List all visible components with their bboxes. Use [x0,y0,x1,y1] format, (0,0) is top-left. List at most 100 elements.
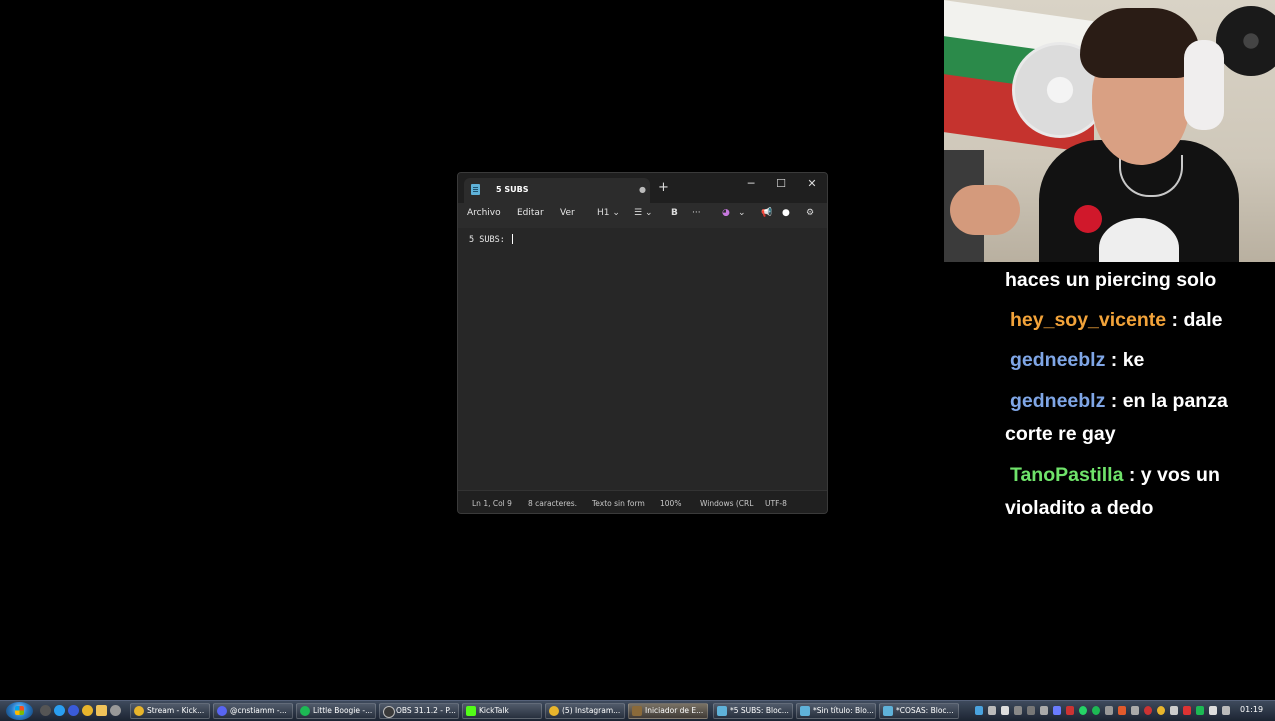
taskbar-item[interactable]: (5) Instagram... [545,703,625,719]
tray-icon[interactable] [1157,706,1165,715]
chevron-down-icon[interactable]: ⌄ [738,208,746,218]
notepad-tab[interactable]: 5 SUBS ● [464,178,650,203]
maximize-button[interactable]: ☐ [773,177,789,190]
chat-message: corte re gay [1005,423,1116,445]
chat-username: TanoPastilla [1010,464,1124,486]
chat-line: haces un piercing solo [1005,263,1216,297]
bold-button[interactable]: B [671,208,678,218]
tray-icon[interactable] [1144,706,1152,715]
folder-icon[interactable] [96,705,107,716]
tray-icon[interactable] [1183,706,1191,715]
start-button[interactable] [6,702,33,720]
notepad-statusbar: Ln 1, Col 9 8 caracteres. Texto sin form… [458,490,827,513]
taskbar-item[interactable]: OBS 31.1.2 - P... [379,703,459,719]
system-tray [975,706,1230,716]
person-hair [1080,8,1200,78]
chat-message: haces un piercing solo [1005,269,1217,291]
tray-icon[interactable] [1053,706,1061,715]
app-launcher-icon [632,706,642,716]
spotify-icon[interactable] [1092,706,1100,715]
taskbar-item-label: Iniciador de E... [645,706,704,715]
taskbar-clock[interactable]: 01:19 [1240,705,1263,714]
volume-icon[interactable] [1209,706,1217,715]
notepad-tab-title: 5 SUBS [496,185,529,194]
menu-ver[interactable]: Ver [560,208,575,218]
tray-icon[interactable] [975,706,983,715]
list-dropdown[interactable]: ☰ ⌄ [634,208,653,218]
heading-label: H1 [597,208,610,218]
tray-icon[interactable] [1105,706,1113,715]
taskbar-item-label: OBS 31.1.2 - P... [396,706,456,715]
status-encoding[interactable]: UTF-8 [765,499,787,508]
chat-message: : ke [1105,349,1145,371]
chat-message: : y vos un [1123,464,1220,486]
chevron-down-icon: ⌄ [644,208,653,218]
show-desktop-icon[interactable] [40,705,51,716]
shirt-heart-print [1074,205,1102,233]
network-icon[interactable] [1222,706,1230,715]
status-position: Ln 1, Col 9 [472,499,512,508]
chat-line: gedneeblz : ke [1010,343,1144,377]
new-tab-button[interactable]: + [658,181,669,194]
app-icon[interactable] [68,705,79,716]
menu-archivo[interactable]: Archivo [467,208,501,218]
chat-message: violadito a dedo [1005,497,1154,519]
wall-fan [1216,6,1275,76]
taskbar-item[interactable]: Iniciador de E... [628,703,708,719]
unsaved-dot-icon[interactable]: ● [639,185,646,194]
copilot-icon[interactable]: ◕ [722,208,730,218]
close-button[interactable]: ✕ [804,177,820,190]
menu-editar[interactable]: Editar [517,208,544,218]
tray-icon[interactable] [988,706,996,715]
tray-icon[interactable] [1014,706,1022,715]
microphone-icon[interactable] [1170,706,1178,715]
notepad-titlebar: 5 SUBS ● + ─ ☐ ✕ [458,173,827,203]
taskbar-item[interactable]: *5 SUBS: Bloc... [713,703,793,719]
kicktalk-icon [466,706,476,716]
notepad-editor[interactable]: 5 SUBS: [458,228,827,490]
taskbar-item-label: *Sin título: Blo... [813,706,874,715]
chrome-icon[interactable] [82,705,93,716]
taskbar: Stream - Kick... @cnstiamm -... Little B… [0,700,1275,721]
heading-dropdown[interactable]: H1 ⌄ [597,208,620,218]
taskbar-item[interactable]: KickTalk [462,703,542,719]
account-icon[interactable]: ● [782,208,790,218]
tray-icon[interactable] [1040,706,1048,715]
announcement-icon[interactable]: 📢 [761,208,772,218]
settings-gear-icon[interactable]: ⚙ [806,208,814,218]
app-icon[interactable] [110,705,121,716]
tray-icon[interactable] [1027,706,1035,715]
minimize-button[interactable]: ─ [743,177,759,190]
chat-line: gedneeblz : en la panza [1010,384,1228,418]
notepad-icon [800,706,810,716]
tray-icon[interactable] [1118,706,1126,715]
person-hand [950,185,1020,235]
tray-icon[interactable] [1066,706,1074,715]
taskbar-item[interactable]: @cnstiamm -... [213,703,293,719]
taskbar-item[interactable]: Little Boogie -... [296,703,376,719]
tray-icon[interactable] [1131,706,1139,715]
status-line-ending[interactable]: Windows (CRL [700,499,753,508]
chat-message: : dale [1166,309,1223,331]
taskbar-item-label: @cnstiamm -... [230,706,287,715]
whatsapp-icon[interactable] [1079,706,1087,715]
chat-username: gedneeblz [1010,390,1106,412]
app-icon[interactable] [54,705,65,716]
chrome-icon [134,706,144,716]
tray-icon[interactable] [1001,706,1009,715]
status-format[interactable]: Texto sin form [592,499,645,508]
taskbar-item[interactable]: *COSAS: Bloc... [879,703,959,719]
taskbar-item-label: *COSAS: Bloc... [896,706,954,715]
notepad-window: 5 SUBS ● + ─ ☐ ✕ Archivo Editar Ver H1 ⌄… [457,172,828,514]
more-options-button[interactable]: ··· [692,208,701,218]
notepad-menubar: Archivo Editar Ver H1 ⌄ ☰ ⌄ B ··· ◕ ⌄ 📢 … [458,203,827,228]
taskbar-item-label: Stream - Kick... [147,706,205,715]
chat-username: gedneeblz [1010,349,1106,371]
taskbar-item[interactable]: Stream - Kick... [130,703,210,719]
tray-icon[interactable] [1196,706,1204,715]
taskbar-item[interactable]: *Sin título: Blo... [796,703,876,719]
windows-logo-icon [15,706,24,715]
editor-text: 5 SUBS: [469,234,513,245]
status-zoom[interactable]: 100% [660,499,681,508]
spotify-icon [300,706,310,716]
